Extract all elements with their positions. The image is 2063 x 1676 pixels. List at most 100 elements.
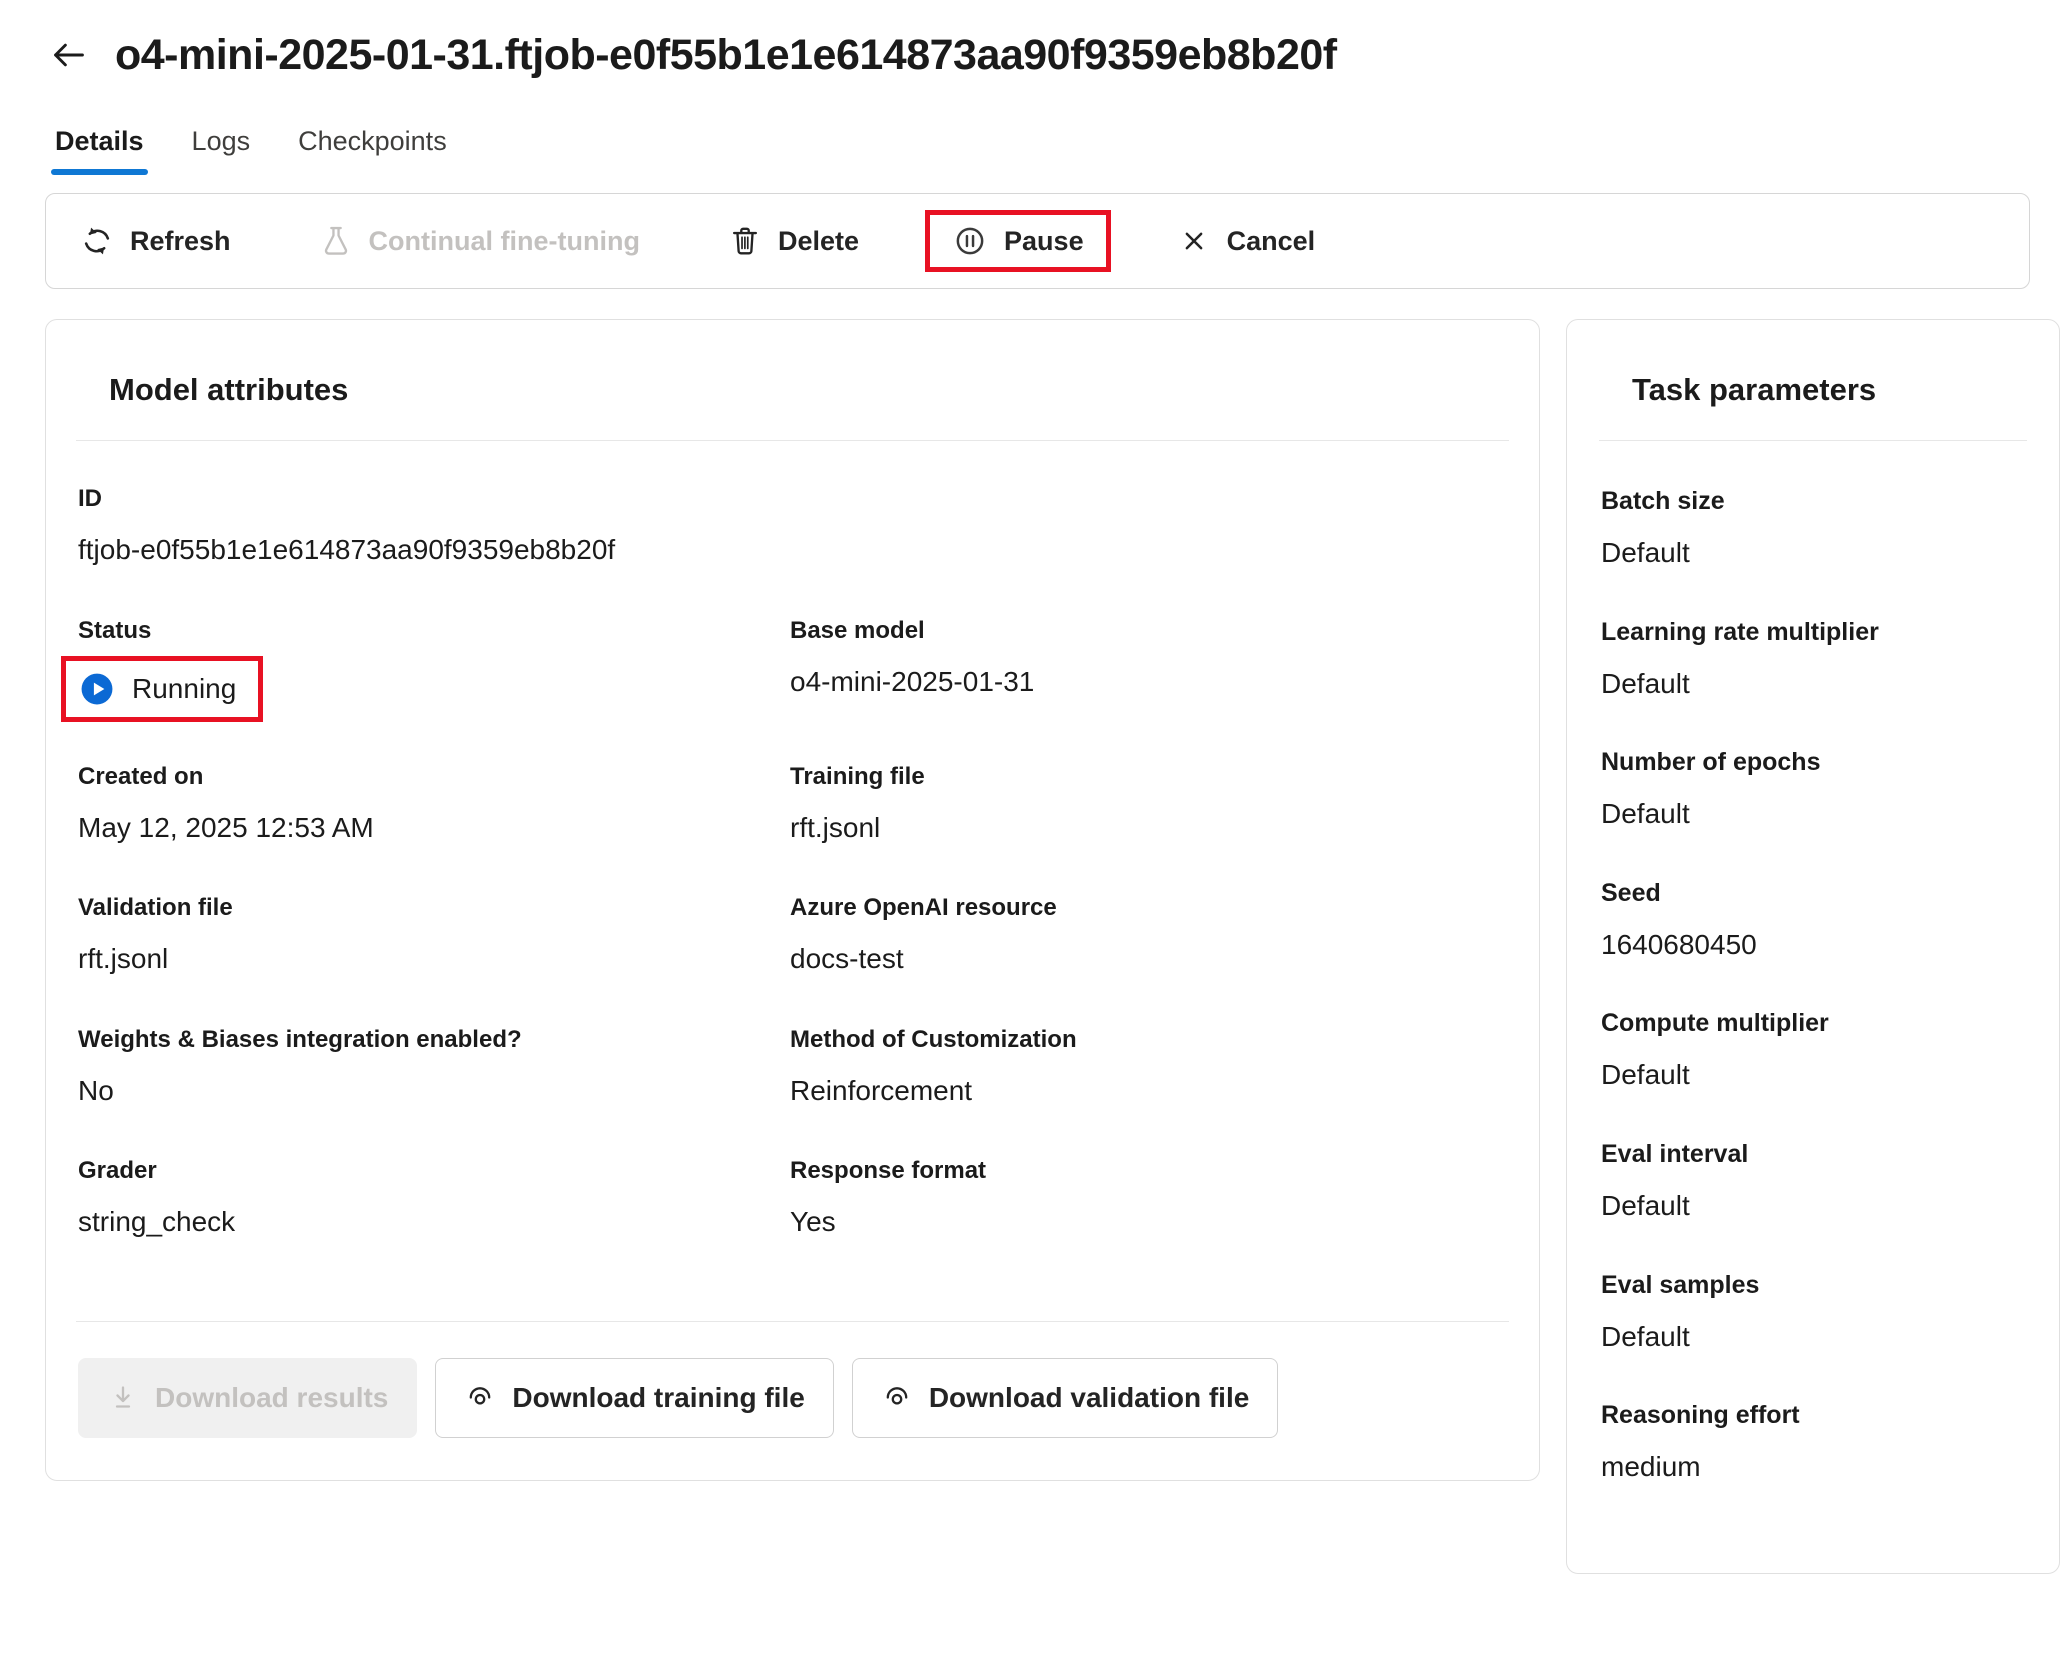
param-compute-multiplier-value: Default — [1601, 1059, 1690, 1091]
field-status-label: Status — [78, 616, 152, 644]
field-validation-file-value: rft.jsonl — [78, 943, 169, 975]
status-badge: Running — [132, 672, 237, 704]
model-attributes-title: Model attributes — [109, 372, 349, 407]
cancel-label: Cancel — [1226, 225, 1316, 256]
field-created-on-value: May 12, 2025 12:53 AM — [78, 811, 374, 843]
field-base-model-label: Base model — [790, 616, 925, 644]
cancel-button[interactable]: Cancel — [1155, 199, 1338, 284]
download-buttons-row: Download results Download training file … — [76, 1357, 1509, 1438]
param-batch-size-label: Batch size — [1601, 487, 1725, 515]
field-id: ID ftjob-e0f55b1e1e614873aa90f9359eb8b20… — [78, 485, 1507, 567]
divider — [1599, 440, 2027, 441]
continual-fine-tuning-button[interactable]: Continual fine-tuning — [297, 199, 662, 284]
field-training-file: Training file rft.jsonl — [790, 763, 1507, 845]
field-grader: Grader string_check — [78, 1157, 790, 1239]
trash-icon — [732, 227, 757, 255]
field-response-format-value: Yes — [790, 1206, 836, 1238]
field-id-label: ID — [78, 485, 102, 512]
task-parameters-list: Batch size Default Learning rate multipl… — [1599, 487, 2027, 1484]
task-parameters-card: Task parameters Batch size Default Learn… — [1566, 319, 2060, 1574]
flask-icon — [324, 226, 347, 255]
field-grader-value: string_check — [78, 1206, 236, 1238]
param-eval-samples: Eval samples Default — [1601, 1271, 2025, 1354]
field-created-on: Created on May 12, 2025 12:53 AM — [78, 763, 790, 845]
pause-button[interactable]: Pause — [944, 223, 1092, 259]
download-results-button[interactable]: Download results — [78, 1357, 418, 1438]
field-id-value: ftjob-e0f55b1e1e614873aa90f9359eb8b20f — [78, 534, 616, 565]
param-learning-rate-multiplier-label: Learning rate multiplier — [1601, 617, 1879, 646]
param-number-of-epochs: Number of epochs Default — [1601, 748, 2025, 831]
download-training-file-button[interactable]: Download training file — [435, 1357, 834, 1438]
field-azure-openai-resource-value: docs-test — [790, 943, 904, 975]
play-circle-icon — [81, 673, 113, 705]
field-status: Status Running — [61, 616, 790, 722]
refresh-button[interactable]: Refresh — [58, 199, 253, 284]
tab-details[interactable]: Details — [45, 126, 154, 181]
field-created-on-label: Created on — [78, 762, 204, 790]
param-reasoning-effort-value: medium — [1601, 1451, 1701, 1483]
param-number-of-epochs-value: Default — [1601, 798, 1690, 830]
field-validation-file-label: Validation file — [78, 894, 233, 922]
preview-eye-icon — [886, 1387, 908, 1405]
field-azure-openai-resource-label: Azure OpenAI resource — [790, 894, 1057, 922]
model-attributes-fields: ID ftjob-e0f55b1e1e614873aa90f9359eb8b20… — [61, 485, 1509, 1289]
param-eval-interval-value: Default — [1601, 1189, 1690, 1221]
field-wandb-integration-label: Weights & Biases integration enabled? — [78, 1025, 522, 1053]
field-azure-openai-resource: Azure OpenAI resource docs-test — [790, 894, 1507, 976]
field-grader-label: Grader — [78, 1157, 157, 1185]
status-highlight-box: Running — [61, 655, 264, 722]
download-results-label: Download results — [155, 1381, 389, 1413]
param-number-of-epochs-label: Number of epochs — [1601, 748, 1821, 777]
preview-eye-icon — [470, 1387, 491, 1405]
back-button[interactable] — [45, 32, 91, 78]
param-compute-multiplier-label: Compute multiplier — [1601, 1009, 1829, 1038]
field-wandb-integration-value: No — [78, 1074, 114, 1106]
param-eval-samples-label: Eval samples — [1601, 1270, 1760, 1299]
fine-tuning-job-page: o4-mini-2025-01-31.ftjob-e0f55b1e1e61487… — [0, 0, 2063, 1574]
download-validation-file-label: Download validation file — [928, 1381, 1250, 1413]
field-response-format: Response format Yes — [790, 1157, 1507, 1239]
param-seed-value: 1640680450 — [1601, 928, 1757, 960]
field-wandb-integration: Weights & Biases integration enabled? No — [78, 1026, 790, 1108]
main-content: Model attributes ID ftjob-e0f55b1e1e6148… — [45, 319, 2063, 1574]
param-eval-interval-label: Eval interval — [1601, 1139, 1749, 1168]
delete-button[interactable]: Delete — [706, 199, 881, 284]
field-response-format-label: Response format — [790, 1157, 987, 1185]
param-compute-multiplier: Compute multiplier Default — [1601, 1009, 2025, 1092]
refresh-sync-icon — [84, 227, 110, 255]
field-validation-file: Validation file rft.jsonl — [78, 894, 790, 976]
param-eval-samples-value: Default — [1601, 1320, 1690, 1352]
field-method-of-customization: Method of Customization Reinforcement — [790, 1026, 1507, 1108]
param-batch-size: Batch size Default — [1601, 487, 2025, 570]
param-seed-label: Seed — [1601, 878, 1661, 907]
param-eval-interval: Eval interval Default — [1601, 1140, 2025, 1223]
back-arrow-icon — [54, 43, 84, 67]
field-method-of-customization-value: Reinforcement — [790, 1074, 973, 1106]
download-arrow-icon — [115, 1386, 131, 1408]
pause-label: Pause — [1004, 225, 1084, 256]
param-batch-size-value: Default — [1601, 537, 1690, 568]
tab-bar: Details Logs Checkpoints — [45, 126, 2063, 181]
model-attributes-card: Model attributes ID ftjob-e0f55b1e1e6148… — [45, 319, 1540, 1481]
task-parameters-title: Task parameters — [1632, 372, 1877, 407]
field-method-of-customization-label: Method of Customization — [790, 1025, 1077, 1053]
pause-circle-icon — [956, 227, 984, 255]
field-training-file-value: rft.jsonl — [790, 811, 881, 843]
tab-logs[interactable]: Logs — [182, 126, 261, 181]
tab-checkpoints[interactable]: Checkpoints — [288, 126, 457, 181]
param-reasoning-effort-label: Reasoning effort — [1601, 1401, 1800, 1430]
download-training-file-label: Download training file — [512, 1381, 805, 1413]
param-reasoning-effort: Reasoning effort medium — [1601, 1401, 2025, 1484]
param-seed: Seed 1640680450 — [1601, 879, 2025, 962]
page-title: o4-mini-2025-01-31.ftjob-e0f55b1e1e61487… — [115, 30, 1337, 79]
title-bar: o4-mini-2025-01-31.ftjob-e0f55b1e1e61487… — [45, 18, 2063, 92]
divider — [76, 1320, 1509, 1322]
param-learning-rate-multiplier: Learning rate multiplier Default — [1601, 618, 2025, 701]
param-learning-rate-multiplier-value: Default — [1601, 667, 1690, 699]
divider — [76, 440, 1509, 441]
pause-highlight-box: Pause — [925, 210, 1111, 272]
field-base-model: Base model o4-mini-2025-01-31 — [790, 617, 1507, 713]
command-bar: Refresh Continual fine-tuning Delete Pau… — [45, 193, 2030, 289]
download-validation-file-button[interactable]: Download validation file — [851, 1357, 1279, 1438]
x-dismiss-icon — [1185, 232, 1202, 250]
